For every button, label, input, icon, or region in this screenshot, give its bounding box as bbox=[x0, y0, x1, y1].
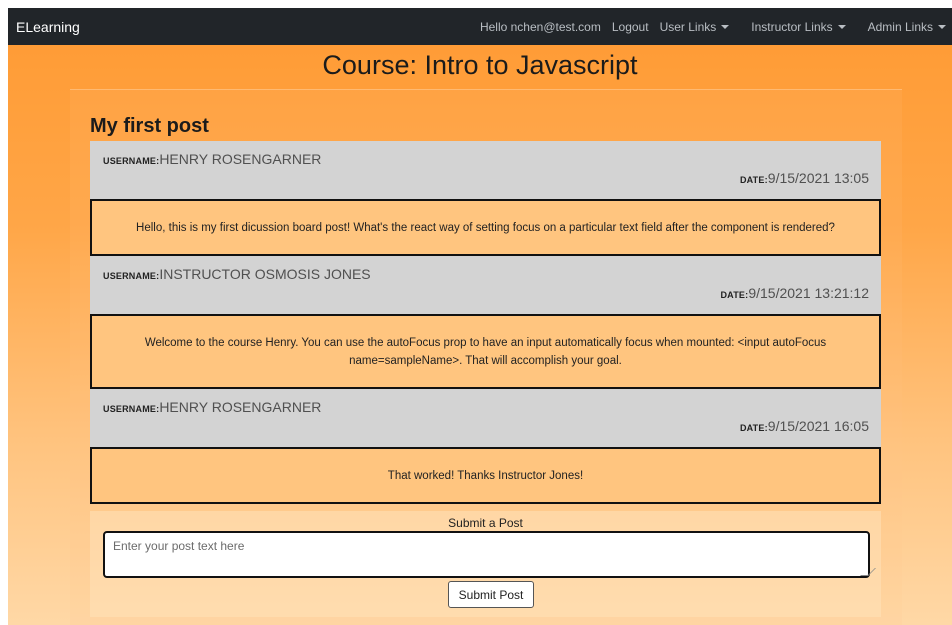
submit-post-form: Submit a Post Submit Post bbox=[90, 511, 881, 617]
date-label: DATE: bbox=[739, 423, 768, 433]
post-message: Welcome to the course Henry. You can use… bbox=[90, 314, 881, 389]
username-label: USERNAME: bbox=[103, 404, 160, 414]
post-date: DATE:9/15/2021 16:05 bbox=[740, 418, 869, 434]
date-label: DATE: bbox=[720, 290, 749, 300]
post-message: That worked! Thanks Instructor Jones! bbox=[90, 447, 881, 504]
admin-links-label: Admin Links bbox=[867, 19, 933, 34]
brand-link[interactable]: ELearning bbox=[16, 19, 80, 35]
post-title: My first post bbox=[90, 115, 209, 137]
user-links-label: User Links bbox=[659, 19, 717, 34]
caret-down-icon bbox=[837, 24, 846, 29]
username-label: USERNAME: bbox=[103, 271, 160, 281]
date-value: 9/15/2021 13:05 bbox=[767, 170, 869, 186]
navbar-right: Hello nchen@test.com Logout User Links I… bbox=[469, 20, 946, 34]
user-links-dropdown[interactable]: User Links bbox=[660, 20, 730, 34]
submit-post-button[interactable]: Submit Post bbox=[448, 581, 534, 608]
post-message: Hello, this is my first dicussion board … bbox=[90, 199, 881, 256]
post-text-input[interactable] bbox=[103, 531, 870, 578]
submit-post-label: Submit a Post bbox=[448, 516, 523, 530]
post-date: DATE:9/15/2021 13:05 bbox=[740, 170, 869, 186]
user-greeting: Hello nchen@test.com bbox=[479, 19, 601, 34]
page-background: ELearning Hello nchen@test.com Logout Us… bbox=[8, 8, 952, 625]
username-value: INSTRUCTOR OSMOSIS JONES bbox=[159, 266, 371, 282]
caret-down-icon bbox=[938, 24, 946, 29]
post-username: USERNAME:INSTRUCTOR OSMOSIS JONES bbox=[103, 266, 371, 282]
post-meta: USERNAME:HENRY ROSENGARNER DATE:9/15/202… bbox=[90, 389, 881, 447]
logout-link[interactable]: Logout bbox=[612, 20, 649, 34]
post-meta: USERNAME:HENRY ROSENGARNER DATE:9/15/202… bbox=[90, 141, 881, 199]
post-username: USERNAME:HENRY ROSENGARNER bbox=[103, 399, 321, 415]
message-text: Welcome to the course Henry. You can use… bbox=[144, 336, 827, 367]
post-meta: USERNAME:INSTRUCTOR OSMOSIS JONES DATE:9… bbox=[90, 256, 881, 314]
post-thread: USERNAME:HENRY ROSENGARNER DATE:9/15/202… bbox=[90, 141, 881, 504]
instructor-links-label: Instructor Links bbox=[751, 19, 833, 34]
date-value: 9/15/2021 13:21:12 bbox=[748, 285, 869, 301]
course-title: Course: Intro to Javascript bbox=[322, 50, 638, 80]
caret-down-icon bbox=[721, 24, 730, 29]
username-label: USERNAME: bbox=[103, 156, 160, 166]
date-label: DATE: bbox=[739, 175, 768, 185]
message-text: Hello, this is my first dicussion board … bbox=[136, 221, 835, 234]
admin-links-dropdown[interactable]: Admin Links bbox=[868, 20, 946, 34]
username-value: HENRY ROSENGARNER bbox=[159, 399, 322, 415]
post-date: DATE:9/15/2021 13:21:12 bbox=[720, 285, 869, 301]
discussion-container: My first post USERNAME:HENRY ROSENGARNER… bbox=[70, 89, 902, 625]
message-text: That worked! Thanks Instructor Jones! bbox=[387, 469, 584, 482]
instructor-links-dropdown[interactable]: Instructor Links bbox=[751, 19, 846, 34]
post-username: USERNAME:HENRY ROSENGARNER bbox=[103, 151, 321, 167]
navbar: ELearning Hello nchen@test.com Logout Us… bbox=[8, 8, 952, 45]
date-value: 9/15/2021 16:05 bbox=[767, 418, 869, 434]
username-value: HENRY ROSENGARNER bbox=[159, 151, 322, 167]
